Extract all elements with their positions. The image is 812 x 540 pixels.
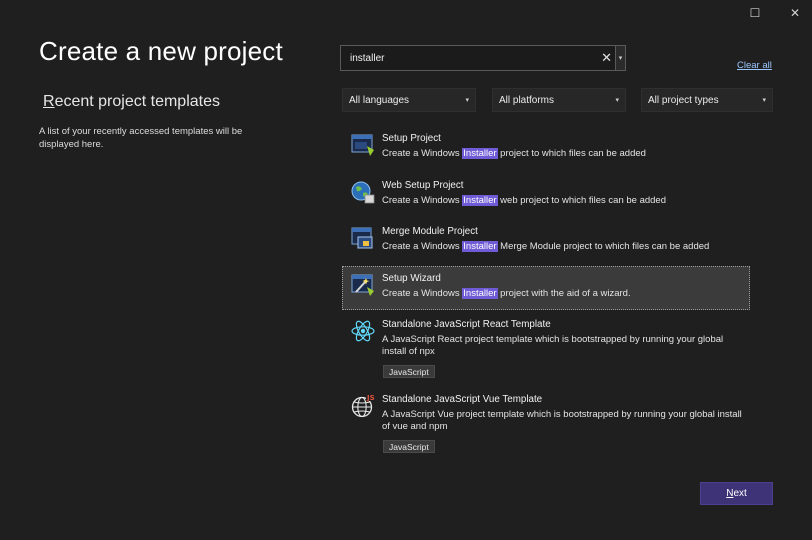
vue-js-globe-icon: JS — [351, 393, 376, 418]
template-merge-module-project[interactable]: Merge Module Project Create a Windows In… — [342, 221, 750, 259]
react-icon — [351, 320, 375, 342]
project-type-filter-label: All project types — [648, 95, 719, 106]
search-highlight: Installer — [462, 195, 498, 206]
template-description: Create a Windows Installer web project t… — [382, 195, 742, 207]
clear-all-link[interactable]: Clear all — [737, 60, 772, 71]
template-description: A JavaScript Vue project template which … — [382, 409, 742, 432]
chevron-down-icon: ▾ — [762, 97, 766, 104]
js-badge-text: JS — [366, 394, 375, 402]
next-accesskey: N — [726, 488, 734, 499]
template-name: Web Setup Project — [382, 180, 464, 191]
platform-filter[interactable]: All platforms ▾ — [492, 88, 626, 112]
template-name: Setup Project — [382, 133, 441, 144]
next-button[interactable]: Next — [700, 482, 773, 505]
setup-wizard-icon — [351, 274, 374, 296]
chevron-down-icon: ▾ — [615, 97, 619, 104]
search-highlight: Installer — [462, 288, 498, 299]
description-text: Create a Windows — [382, 241, 463, 252]
web-setup-icon — [351, 181, 375, 204]
clear-search-icon[interactable]: ✕ — [601, 50, 612, 66]
recent-templates-heading: Recent project templates — [43, 93, 220, 111]
project-type-filter[interactable]: All project types ▾ — [641, 88, 773, 112]
merge-module-icon — [351, 227, 373, 249]
template-description: A JavaScript React project template whic… — [382, 334, 724, 357]
description-text: Create a Windows — [382, 288, 463, 299]
search-highlight: Installer — [462, 241, 498, 252]
description-text: Create a Windows — [382, 148, 463, 159]
language-filter-label: All languages — [349, 95, 410, 106]
close-icon[interactable]: ✕ — [783, 3, 807, 23]
template-standalone-vue[interactable]: JS Standalone JavaScript Vue Template A … — [342, 389, 750, 455]
platform-filter-label: All platforms — [499, 95, 555, 106]
language-tag: JavaScript — [383, 365, 435, 378]
maximize-icon[interactable]: ☐ — [743, 3, 767, 23]
language-filter[interactable]: All languages ▾ — [342, 88, 476, 112]
search-highlight: Installer — [462, 148, 498, 159]
next-label: ext — [733, 488, 747, 499]
description-text: web project to which files can be added — [497, 195, 666, 206]
description-text: project to which files can be added — [497, 148, 646, 159]
template-description: Create a Windows Installer Merge Module … — [382, 241, 742, 253]
recent-templates-description: A list of your recently accessed templat… — [39, 126, 243, 150]
page-title: Create a new project — [39, 36, 283, 66]
template-description: Create a Windows Installer project to wh… — [382, 148, 742, 160]
description-text: project with the aid of a wizard. — [497, 288, 631, 299]
template-web-setup-project[interactable]: Web Setup Project Create a Windows Insta… — [342, 175, 750, 213]
template-setup-project[interactable]: Setup Project Create a Windows Installer… — [342, 128, 750, 166]
template-standalone-react[interactable]: Standalone JavaScript React Template A J… — [342, 314, 750, 380]
template-search-box[interactable]: installer ✕ ▾ — [340, 45, 626, 71]
setup-project-icon — [351, 134, 374, 156]
template-description: Create a Windows Installer project with … — [382, 288, 742, 300]
search-input[interactable]: installer — [350, 53, 384, 64]
language-tag: JavaScript — [383, 440, 435, 453]
template-name: Merge Module Project — [382, 226, 478, 237]
search-history-dropdown-icon[interactable]: ▾ — [615, 46, 625, 70]
recent-heading-text: ecent project templates — [54, 93, 220, 110]
recent-heading-accesskey: R — [43, 93, 55, 110]
template-name: Standalone JavaScript Vue Template — [382, 394, 543, 405]
description-text: Merge Module project to which files can … — [497, 241, 710, 252]
template-setup-wizard[interactable]: Setup Wizard Create a Windows Installer … — [342, 266, 750, 310]
template-name: Setup Wizard — [382, 273, 441, 284]
template-name: Standalone JavaScript React Template — [382, 319, 551, 330]
chevron-down-icon: ▾ — [465, 97, 469, 104]
description-text: Create a Windows — [382, 195, 463, 206]
